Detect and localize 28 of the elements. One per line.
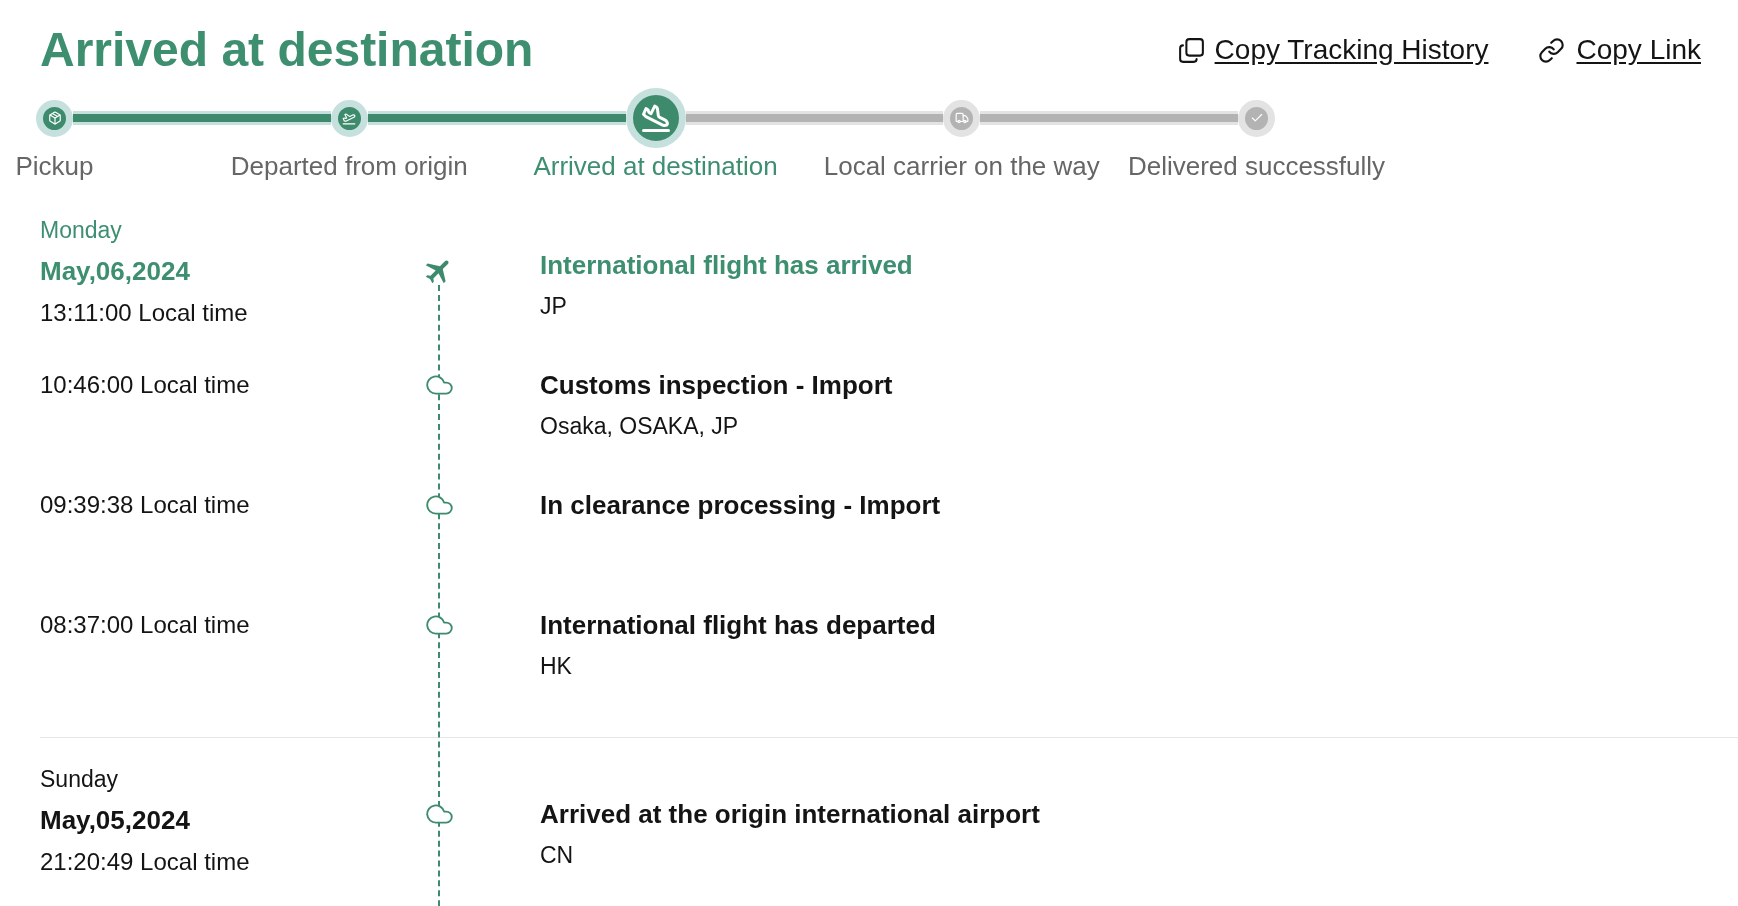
- event-location: HK: [540, 652, 572, 681]
- event-title: International flight has departed: [540, 609, 936, 642]
- step-label: Pickup: [15, 150, 94, 182]
- step-label: Local carrier on the way: [823, 150, 1100, 182]
- event-date: May,05,2024: [40, 804, 190, 837]
- event-location: Osaka, OSAKA, JP: [540, 412, 739, 441]
- step-label: Delivered successfully: [1127, 150, 1386, 182]
- weekday-label: Sunday: [40, 765, 118, 794]
- event-time: 21:20:49 Local time: [40, 847, 250, 877]
- page-title: Arrived at destination: [40, 22, 534, 78]
- event-time: 13:11:00 Local time: [40, 298, 248, 328]
- event-time: 10:46:00 Local time: [40, 370, 250, 400]
- copy-tracking-history-link[interactable]: Copy Tracking History: [1178, 33, 1489, 67]
- event-date: May,06,2024: [40, 255, 190, 288]
- step-label: Arrived at destination: [533, 150, 778, 182]
- event-title: Customs inspection - Import: [540, 369, 893, 402]
- event-location: JP: [540, 292, 567, 321]
- event-time: 09:39:38 Local time: [40, 490, 250, 520]
- copy-link[interactable]: Copy Link: [1538, 33, 1701, 67]
- event-title: In clearance processing - Import: [540, 489, 941, 522]
- weekday-label: Monday: [40, 216, 122, 245]
- event-location: CN: [540, 841, 574, 870]
- step-label: Departed from origin: [230, 150, 468, 182]
- event-title: Arrived at the origin international airport: [540, 798, 1040, 831]
- link-icon: [1538, 36, 1566, 64]
- event-title: International flight has arrived: [540, 249, 913, 282]
- copy-icon: [1178, 37, 1204, 63]
- event-time: 08:37:00 Local time: [40, 610, 250, 640]
